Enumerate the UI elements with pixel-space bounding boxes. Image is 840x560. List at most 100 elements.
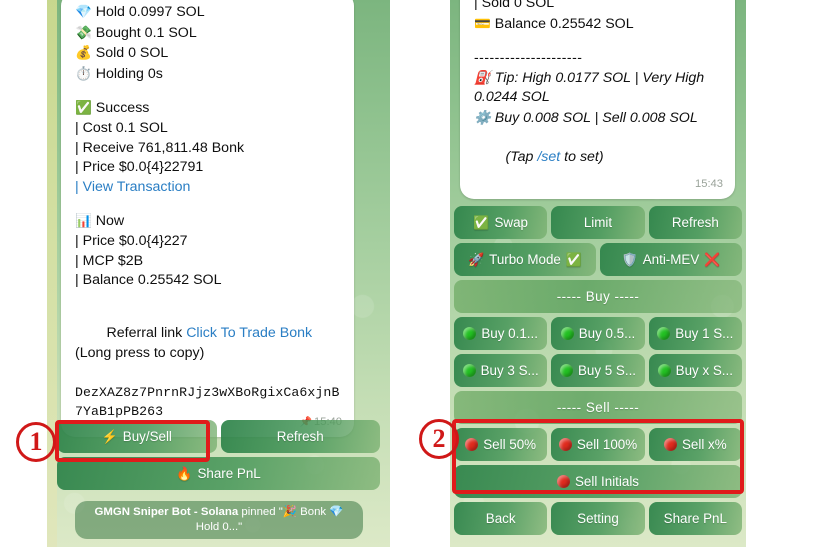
line-emoji-icon: ⚙️ [474, 109, 491, 125]
button-label: Buy 3 S... [480, 363, 539, 378]
line-emoji-icon: ✅ [75, 100, 92, 116]
message-line: | Price $0.0{4}227 [75, 232, 340, 252]
button-share-pnl[interactable]: 🔥 Share PnL [57, 457, 380, 490]
line-text: | Sold 0 SOL [474, 0, 555, 11]
line-emoji-icon: 💎 [75, 4, 92, 19]
red-circle-icon [558, 438, 572, 451]
line-text: | Price $0.0{4}22791 [75, 159, 204, 176]
message-line: | Cost 0.1 SOL [75, 119, 340, 139]
line-emoji-icon: ⛽ [474, 69, 491, 85]
button-setting[interactable]: Setting [551, 502, 645, 535]
button-label: Limit [583, 215, 613, 230]
button-label: Sell 100% [576, 437, 638, 452]
button-label: Sell x% [681, 437, 727, 452]
button-leading-icon: ✅ [473, 214, 490, 230]
message-line: ✅ Success [75, 98, 340, 119]
button-leading-icon: 🔥 [176, 465, 193, 481]
keyboard-row: ⚡ Buy/Sell Refresh [57, 420, 380, 453]
message-line: | Price $0.0{4}22791 [75, 158, 340, 178]
message-line: | MCP $2B [75, 252, 340, 272]
section-divider-buy: ----- Buy ----- [454, 280, 742, 313]
line-text: Bought 0.1 SOL [95, 24, 197, 41]
keyboard-row: Sell Initials [454, 465, 742, 498]
green-circle-icon [559, 364, 573, 377]
line-emoji-icon: 📊 [75, 213, 92, 229]
button-buy-5-s[interactable]: Buy 5 S... [551, 354, 645, 387]
line-text: Now [95, 213, 125, 230]
button-refresh[interactable]: Refresh [220, 420, 380, 453]
keyboard-row: 🔥 Share PnL [57, 457, 380, 490]
line-text: Success [95, 100, 150, 117]
screenshot-root: 💎 Hold 0.0997 SOL 💸 Bought 0.1 SOL 💰 Sold … [0, 0, 840, 560]
button-swap[interactable]: ✅ Swap [454, 206, 548, 239]
button-anti-mev[interactable]: 🛡️ Anti-MEV ❌ [600, 243, 742, 276]
referral-prefix: Referral link [106, 325, 187, 342]
line-text: | Cost 0.1 SOL [75, 119, 168, 136]
line-emoji-icon: ⏱️ [75, 65, 92, 81]
button-back[interactable]: Back [454, 502, 548, 535]
line-text: | Price $0.0{4}227 [75, 232, 188, 249]
line-text: Holding 0s [95, 65, 163, 82]
button-label: Buy/Sell [122, 429, 172, 444]
view-transaction-link[interactable]: | View Transaction [75, 179, 190, 195]
button-buy-0-1[interactable]: Buy 0.1... [454, 317, 548, 350]
button-buy-0-5[interactable]: Buy 0.5... [551, 317, 645, 350]
button-turbo-mode[interactable]: 🚀 Turbo Mode ✅ [454, 243, 596, 276]
keyboard-row: Sell 50% Sell 100% Sell x% [454, 428, 742, 461]
annotation-number-1: 1 [16, 422, 56, 462]
message-line: ⚙️ Buy 0.008 SOL | Sell 0.008 SOL [474, 108, 721, 129]
cross-mark-icon: ❌ [704, 251, 721, 267]
button-buy-1-s[interactable]: Buy 1 S... [648, 317, 742, 350]
pinned-bot-name: GMGN Sniper Bot - Solana [94, 506, 239, 518]
button-buy-x-s[interactable]: Buy x S... [648, 354, 742, 387]
button-limit[interactable]: Limit [551, 206, 645, 239]
message-line: | Balance 0.25542 SOL [75, 271, 340, 291]
button-label: Swap [494, 215, 529, 230]
referral-link[interactable]: Click To Trade Bonk [186, 325, 312, 341]
button-label: Share PnL [197, 466, 261, 481]
keyboard-row: ✅ Swap Limit Refresh [454, 206, 742, 239]
line-emoji-icon: 💳 [474, 15, 491, 31]
button-label: Anti-MEV [642, 252, 700, 267]
message-timestamp-right: 15:43 [695, 177, 723, 190]
set-command-link[interactable]: /set [537, 149, 560, 165]
button-sell-100[interactable]: Sell 100% [551, 428, 645, 461]
button-label: Buy 0.5... [578, 326, 636, 341]
line-text: Tip: High 0.0177 SOL | Very High 0.0244 … [474, 69, 709, 106]
button-buy-sell[interactable]: ⚡ Buy/Sell [57, 420, 217, 453]
message-body-right: | Sold 0 SOL 💳 Balance 0.25542 SOL -------… [474, 0, 721, 68]
keyboard-row: ----- Sell ----- [454, 391, 742, 424]
line-text: | Receive 761,811.48 Bonk [75, 139, 245, 156]
button-sell-initials[interactable]: Sell Initials [454, 465, 742, 498]
line-text: --------------------- [474, 49, 583, 66]
line-emoji-icon: 💸 [75, 24, 92, 40]
button-refresh[interactable]: Refresh [648, 206, 742, 239]
message-line: 💎 Hold 0.0997 SOL [75, 2, 340, 23]
diamond-icon: 💎 [329, 506, 344, 518]
bot-keyboard-right: ✅ Swap Limit Refresh 🚀 Turbo Mode ✅ 🛡️ Anti-MEV ❌… [454, 206, 742, 539]
message-line: 💸 Bought 0.1 SOL [75, 23, 340, 44]
button-share-pnl[interactable]: Share PnL [648, 502, 742, 535]
line-text: Buy 0.008 SOL | Sell 0.008 SOL [494, 109, 698, 126]
chat-background-strip [47, 0, 57, 547]
line-text: Balance 0.25542 SOL [494, 15, 634, 32]
annotation-number-2: 2 [419, 419, 459, 459]
button-sell-x[interactable]: Sell x% [648, 428, 742, 461]
section-divider-sell: ----- Sell ----- [454, 391, 742, 424]
bot-keyboard-left: ⚡ Buy/Sell Refresh 🔥 Share PnL [57, 420, 380, 494]
button-sell-50[interactable]: Sell 50% [454, 428, 548, 461]
button-label: Buy x S... [675, 363, 733, 378]
button-leading-icon: ⚡ [101, 428, 118, 444]
green-circle-icon [657, 327, 671, 340]
button-buy-3-s[interactable]: Buy 3 S... [454, 354, 548, 387]
button-label: Share PnL [663, 511, 727, 526]
line-text: | Balance 0.25542 SOL [75, 272, 222, 289]
red-circle-icon [663, 438, 677, 451]
keyboard-row: 🚀 Turbo Mode ✅ 🛡️ Anti-MEV ❌ [454, 243, 742, 276]
pinned-message-notice[interactable]: GMGN Sniper Bot - Solana pinned "🎉 Bonk … [75, 501, 363, 539]
tip-settings-block: ⛽ Tip: High 0.0177 SOL | Very High 0.024… [474, 68, 721, 129]
button-label: Setting [577, 511, 619, 526]
button-label: Buy 1 S... [675, 326, 734, 341]
keyboard-row: Buy 3 S... Buy 5 S... Buy x S... [454, 354, 742, 387]
